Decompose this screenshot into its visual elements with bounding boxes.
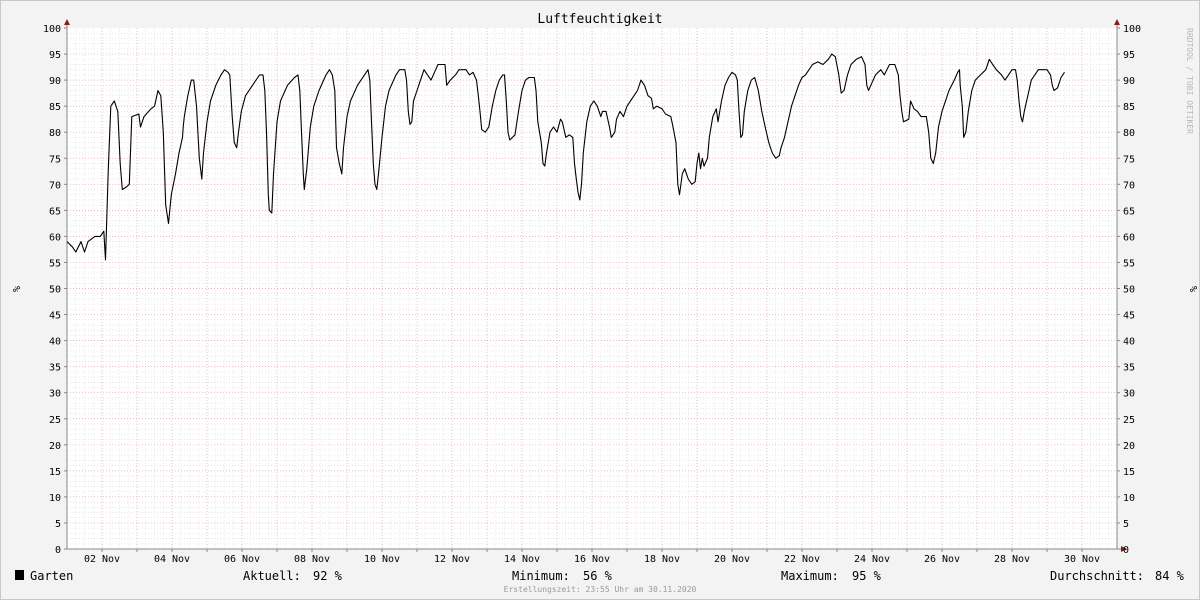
y-tick-label-right: 45	[1123, 311, 1135, 322]
y-tick-label-left: 40	[49, 337, 61, 348]
y-tick-label-left: 90	[49, 76, 61, 87]
stat-avg-label: Durchschnitt:	[1050, 569, 1144, 583]
x-tick-label: 10 Nov	[364, 554, 400, 565]
chart-title: Luftfeuchtigkeit	[537, 12, 662, 27]
y-tick-label-left: 85	[49, 102, 61, 113]
y-tick-label-right: 100	[1123, 24, 1141, 35]
y-tick-label-right: 10	[1123, 493, 1135, 504]
y-tick-label-left: 20	[49, 441, 61, 452]
y-tick-label-left: 70	[49, 180, 61, 191]
y-tick-label-left: 80	[49, 128, 61, 139]
y-tick-label-left: 25	[49, 415, 61, 426]
y-tick-label-right: 65	[1123, 206, 1135, 217]
x-tick-label: 24 Nov	[854, 554, 890, 565]
y-axis-arrow-right	[1114, 19, 1120, 25]
stat-current-value: 92 %	[313, 569, 343, 583]
y-tick-label-left: 75	[49, 154, 61, 165]
x-tick-label: 28 Nov	[994, 554, 1030, 565]
y-tick-label-right: 15	[1123, 467, 1135, 478]
x-tick-label: 26 Nov	[924, 554, 960, 565]
y-tick-label-right: 0	[1123, 545, 1129, 556]
stat-max-value: 95 %	[852, 569, 882, 583]
y-tick-label-right: 60	[1123, 232, 1135, 243]
y-axis-label-right: %	[1187, 286, 1198, 292]
y-tick-label-right: 90	[1123, 76, 1135, 87]
watermark: RRDTOOL / TOBI OETIKER	[1185, 28, 1194, 134]
stat-min-value: 56 %	[583, 569, 613, 583]
y-tick-label-right: 80	[1123, 128, 1135, 139]
humidity-chart: 0 05 510 1015 1520 2025 2530 3035 3540 4045 4550 50…	[10, 12, 1198, 594]
x-tick-label: 30 Nov	[1064, 554, 1100, 565]
y-axis-arrow-left	[64, 19, 70, 25]
stat-current-label: Aktuell:	[243, 569, 301, 583]
y-tick-label-left: 60	[49, 232, 61, 243]
y-tick-label-left: 15	[49, 467, 61, 478]
x-tick-label: 20 Nov	[714, 554, 750, 565]
y-tick-label-right: 40	[1123, 337, 1135, 348]
x-tick-label: 16 Nov	[574, 554, 610, 565]
y-tick-label-right: 55	[1123, 258, 1135, 269]
x-tick-label: 14 Nov	[504, 554, 540, 565]
footer-timestamp: Erstellungszeit: 23:55 Uhr am 30.11.2020	[504, 585, 697, 594]
y-axis-label-left: %	[10, 286, 21, 292]
y-tick-label-left: 10	[49, 493, 61, 504]
y-tick-label-left: 5	[55, 519, 61, 530]
y-tick-label-left: 30	[49, 389, 61, 400]
y-tick-label-right: 30	[1123, 389, 1135, 400]
x-tick-label: 08 Nov	[294, 554, 330, 565]
x-tick-label: 02 Nov	[84, 554, 120, 565]
y-tick-label-left: 45	[49, 311, 61, 322]
y-tick-label-right: 5	[1123, 519, 1129, 530]
y-tick-label-right: 50	[1123, 285, 1135, 296]
x-tick-label: 18 Nov	[644, 554, 680, 565]
y-tick-label-left: 65	[49, 206, 61, 217]
y-tick-label-right: 35	[1123, 363, 1135, 374]
legend-swatch-garten	[15, 570, 24, 580]
x-tick-label: 22 Nov	[784, 554, 820, 565]
x-tick-label: 12 Nov	[434, 554, 470, 565]
x-tick-label: 06 Nov	[224, 554, 260, 565]
legend-label-garten: Garten	[30, 569, 73, 583]
y-tick-label-right: 70	[1123, 180, 1135, 191]
stat-min-label: Minimum:	[512, 569, 570, 583]
y-tick-label-right: 25	[1123, 415, 1135, 426]
y-tick-label-left: 55	[49, 258, 61, 269]
y-tick-label-right: 85	[1123, 102, 1135, 113]
y-tick-label-left: 100	[43, 24, 61, 35]
y-tick-label-left: 35	[49, 363, 61, 374]
y-tick-label-right: 20	[1123, 441, 1135, 452]
x-tick-label: 04 Nov	[154, 554, 190, 565]
y-tick-label-right: 75	[1123, 154, 1135, 165]
y-tick-label-left: 95	[49, 50, 61, 61]
y-tick-label-right: 95	[1123, 50, 1135, 61]
y-tick-label-left: 50	[49, 285, 61, 296]
stat-avg-value: 84 %	[1155, 569, 1185, 583]
stat-max-label: Maximum:	[781, 569, 839, 583]
y-tick-label-left: 0	[55, 545, 61, 556]
